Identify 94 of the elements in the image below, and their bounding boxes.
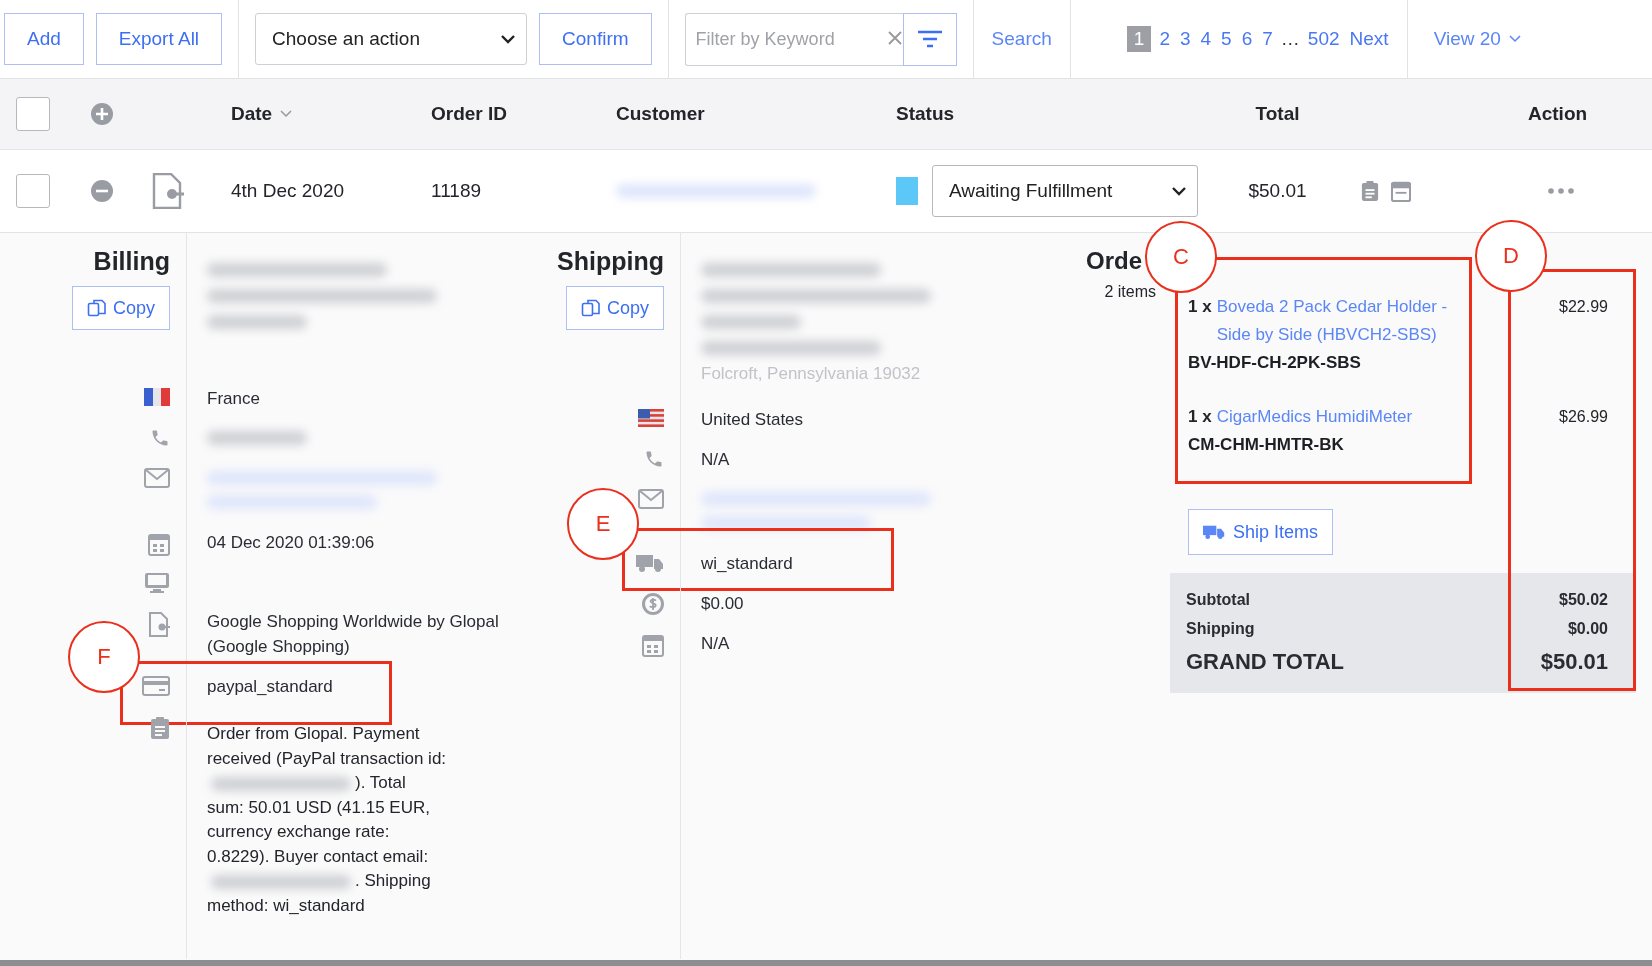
truck-icon — [636, 553, 664, 573]
total-value: $0.00 — [1567, 619, 1608, 639]
filter-icon — [916, 29, 943, 49]
truck-icon — [1203, 524, 1225, 540]
phone-icon — [150, 428, 170, 448]
status-select[interactable]: Awaiting Fulfillment — [932, 165, 1198, 217]
document-icon — [148, 612, 170, 638]
detail-value: paypal_standard — [207, 675, 333, 698]
column-header: Customer — [616, 103, 705, 125]
ship-items-button[interactable]: Ship Items — [1188, 509, 1334, 555]
section-title: Shipping — [557, 247, 664, 276]
action-select[interactable]: Choose an action — [255, 13, 528, 65]
total-cell: $50.01 — [1248, 180, 1307, 202]
total-label: Subtotal — [1186, 590, 1250, 610]
detail-value: wi_standard — [701, 552, 793, 575]
item-price: $22.99 — [1559, 297, 1608, 317]
page-link[interactable]: 1 — [1126, 26, 1152, 52]
detail-value: Google Shopping Worldwide by Glopal (Google Shopping) — [207, 611, 500, 658]
product-link[interactable]: Boveda 2 Pack Cedar Holder - Side by Side (HBVCH2-SBS) — [1216, 293, 1464, 349]
detail-value: 04 Dec 2020 01:39:06 — [207, 531, 375, 554]
copy-button[interactable]: Copy — [565, 286, 664, 330]
expand-all-icon[interactable] — [90, 102, 114, 126]
confirm-button[interactable]: Confirm — [539, 13, 652, 65]
clipboard-icon — [150, 716, 170, 740]
copy-button[interactable]: Copy — [71, 286, 170, 330]
filter-button[interactable] — [902, 12, 957, 66]
page-link[interactable]: 3 — [1177, 26, 1193, 52]
sort-caret-icon[interactable] — [280, 110, 293, 118]
more-options-icon[interactable] — [1548, 188, 1574, 194]
order-id-cell: 11189 — [431, 180, 481, 202]
copy-icon — [86, 298, 107, 318]
page-link[interactable]: 4 — [1198, 26, 1214, 52]
chevron-down-icon — [1171, 186, 1187, 196]
next-page-link[interactable]: Next — [1347, 26, 1391, 52]
callout-badge: F — [68, 621, 140, 693]
envelope-icon — [638, 489, 664, 509]
page-link[interactable]: 2 — [1157, 26, 1172, 52]
item-count: 2 items — [1104, 283, 1156, 301]
calendar-icon — [148, 532, 170, 556]
calendar-icon[interactable] — [1391, 180, 1411, 202]
document-icon[interactable] — [152, 173, 184, 209]
row-checkbox[interactable] — [16, 174, 50, 208]
item-price: $26.99 — [1559, 407, 1608, 427]
us-flag-icon — [638, 409, 664, 427]
section-title: Orde — [1085, 247, 1142, 275]
item-quantity: 1 x — [1188, 296, 1212, 318]
total-label: Shipping — [1186, 619, 1255, 639]
search-button[interactable]: Search — [989, 24, 1054, 54]
column-header: Total — [1255, 103, 1300, 125]
clear-icon[interactable] — [886, 29, 903, 46]
calendar-icon — [642, 633, 664, 657]
chevron-down-icon — [1508, 35, 1521, 43]
date-cell: 4th Dec 2020 — [231, 180, 345, 202]
address-line: Folcroft, Pennsylvania 19032 — [701, 363, 921, 385]
envelope-icon — [144, 468, 170, 488]
callout-badge: D — [1475, 220, 1547, 292]
page-link[interactable]: 7 — [1260, 26, 1275, 52]
view-count-dropdown[interactable]: View 20 — [1423, 24, 1523, 54]
filter-field[interactable]: Filter by Keyword — [684, 12, 903, 66]
total-label: GRAND TOTAL — [1186, 648, 1345, 676]
callout-badge: E — [567, 488, 639, 560]
column-header: Action — [1528, 103, 1588, 125]
item-sku: CM-CHM-HMTR-BK — [1188, 434, 1345, 456]
item-sku: BV-HDF-CH-2PK-SBS — [1188, 352, 1362, 374]
page-link[interactable]: 6 — [1239, 26, 1255, 52]
credit-card-icon — [142, 676, 170, 696]
column-header[interactable]: Date — [231, 103, 273, 125]
item-quantity: 1 x — [1188, 406, 1212, 428]
detail-value: $0.00 — [701, 592, 744, 615]
add-button[interactable]: Add — [4, 13, 84, 65]
phone-icon — [644, 449, 664, 469]
column-header: Order ID — [431, 103, 508, 125]
order-note-paragraph: Order from Glopal. Payment received (PayPal transaction id: ). Total sum: 50.01 USD (41.15 EUR, currency exchange rate: 0.8229). Buyer contact email: . Shipping method: wi_standard — [207, 723, 447, 917]
page-link[interactable]: 5 — [1219, 26, 1234, 52]
detail-value: France — [207, 387, 260, 410]
total-value: $50.01 — [1540, 648, 1608, 676]
clipboard-icon[interactable] — [1361, 180, 1379, 202]
dollar-coin-icon — [642, 593, 664, 615]
monitor-icon — [144, 572, 170, 594]
france-flag-icon — [144, 388, 170, 406]
page-link[interactable]: 502 — [1305, 26, 1342, 52]
collapse-icon[interactable] — [90, 179, 114, 203]
chevron-down-icon — [500, 34, 517, 44]
product-link[interactable]: CigarMedics HumidiMeter — [1216, 403, 1413, 431]
select-all-checkbox[interactable] — [16, 97, 50, 131]
column-header: Status — [896, 103, 955, 125]
detail-value: United States — [701, 408, 804, 431]
detail-value: N/A — [701, 632, 730, 655]
detail-value: N/A — [701, 448, 730, 471]
section-title: Billing — [93, 247, 170, 276]
total-value: $50.02 — [1559, 590, 1608, 610]
export-all-button[interactable]: Export All — [95, 13, 223, 65]
copy-icon — [580, 298, 601, 318]
pagination-ellipsis: … — [1280, 28, 1300, 50]
